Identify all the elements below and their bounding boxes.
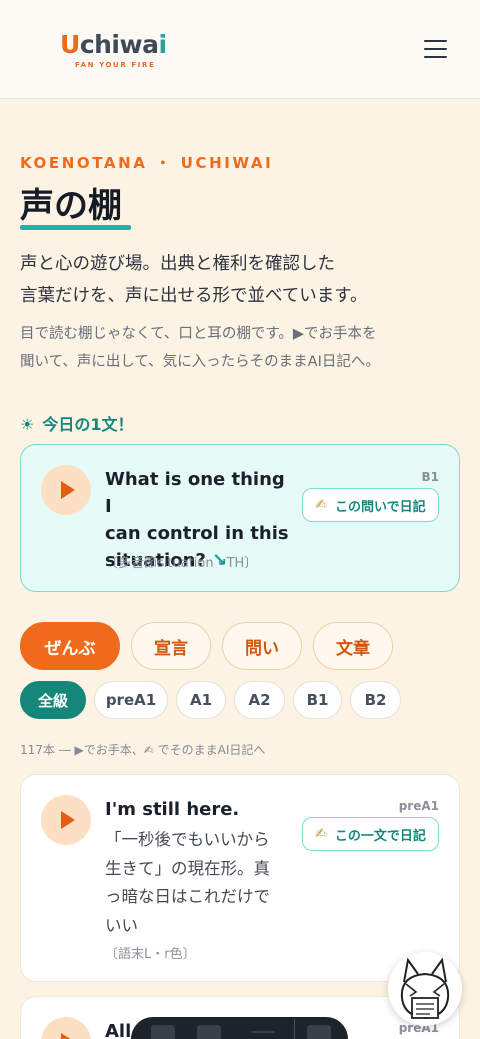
audio-toolbar — [131, 1017, 348, 1039]
toolbar-tool-icon[interactable] — [251, 1031, 275, 1033]
toolbar-divider — [294, 1019, 295, 1039]
item-count: 117本 ― ▶でお手本、✍ でそのままAI日記へ — [20, 743, 266, 757]
sun-icon: ☀ — [20, 415, 35, 434]
site-header: Uchiwai FAN YOUR FIRE — [0, 0, 480, 99]
page-title: 声の棚 — [20, 186, 122, 226]
tab-question[interactable]: 問い — [222, 622, 302, 670]
lead-text: 声と心の遊び場。出典と権利を確認した 言葉だけを、声に出せる形で並べています。 — [20, 254, 368, 306]
toolbar-tool-icon[interactable] — [151, 1025, 175, 1039]
tab-all[interactable]: ぜんぶ — [20, 622, 120, 670]
brand-wordmark: Uchiwai — [60, 30, 167, 59]
brand-logo[interactable]: Uchiwai FAN YOUR FIRE — [60, 30, 167, 69]
level-badge: preA1 — [398, 799, 439, 813]
toolbar-tool-icon[interactable] — [197, 1025, 221, 1039]
title-underline — [20, 225, 131, 230]
item-title: I'm still here. — [105, 799, 240, 820]
item-description: 「一秒後でもいいから 生きて」の現在形。真 っ暗な日はこれだけで いい — [105, 830, 270, 935]
play-icon[interactable] — [41, 465, 91, 515]
level-chip-a1[interactable]: A1 — [176, 681, 226, 719]
today-heading: ☀ 今日の1文！ — [20, 415, 134, 434]
level-chip-b1[interactable]: B1 — [293, 681, 342, 719]
mascot-avatar-icon[interactable] — [388, 952, 462, 1026]
item-title: All — [105, 1021, 132, 1039]
tab-sentence[interactable]: 文章 — [313, 622, 393, 670]
section-eyebrow: KOENOTANA ・ UCHIWAI — [20, 154, 274, 172]
pronunciation-note: 〔語末L・r色〕 — [105, 947, 196, 962]
level-chip-b2[interactable]: B2 — [350, 681, 401, 719]
play-icon[interactable] — [41, 795, 91, 845]
level-badge: B1 — [421, 470, 440, 484]
hamburger-menu-icon[interactable] — [424, 40, 447, 59]
list-item: I'm still here. 「一秒後でもいいから 生きて」の現在形。真 っ暗… — [20, 774, 460, 982]
diary-button[interactable]: ✍ この問いで日記 — [302, 488, 439, 522]
tab-declaration[interactable]: 宣言 — [131, 622, 211, 670]
level-chip-a2[interactable]: A2 — [234, 681, 285, 719]
level-chip-all[interactable]: 全級 — [20, 681, 86, 719]
writing-hand-icon: ✍ — [315, 826, 327, 842]
pronunciation-note: 〔多音節situation・TH〕 — [105, 556, 258, 571]
settings-icon[interactable] — [307, 1025, 331, 1039]
sub-text: 目で読む棚じゃなくて、口と耳の棚です。▶でお手本を 聞いて、声に出して、気に入っ… — [20, 326, 380, 370]
today-card: What is one thing I can control in this … — [20, 444, 460, 592]
brand-tagline: FAN YOUR FIRE — [75, 61, 156, 69]
writing-hand-icon: ✍ — [315, 497, 328, 513]
play-icon[interactable] — [41, 1017, 91, 1039]
diary-button[interactable]: ✍ この一文で日記 — [302, 817, 439, 851]
level-chip-prea1[interactable]: preA1 — [94, 681, 168, 719]
